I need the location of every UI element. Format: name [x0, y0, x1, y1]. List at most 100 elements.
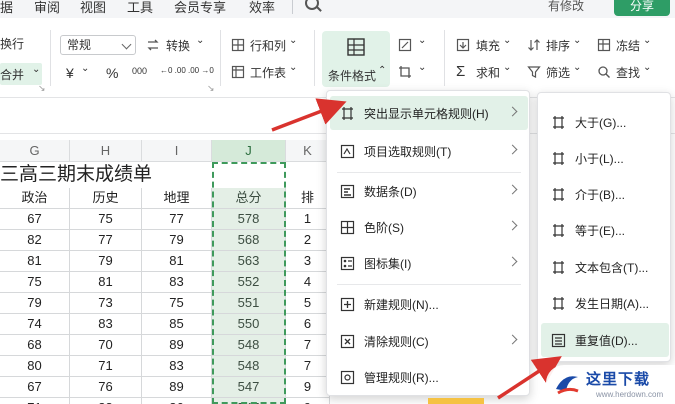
table-cell[interactable]: 77 [142, 209, 212, 230]
table-cell[interactable]: 1 [286, 209, 330, 230]
header-cell[interactable]: 地理 [142, 188, 212, 209]
header-cell[interactable]: 总分 [212, 188, 286, 209]
table-cell[interactable]: 74 [0, 314, 70, 335]
fill-button[interactable]: 填充 [476, 37, 500, 54]
menu-item-new-rule[interactable]: 新建规则(N)... [330, 287, 528, 321]
table-cell[interactable]: 85 [142, 314, 212, 335]
sheet-title-cell[interactable]: 三高三期末成绩单 [0, 162, 152, 188]
cell-style-icon[interactable] [398, 38, 412, 52]
tab-member[interactable]: 会员专享 [174, 0, 226, 16]
table-cell[interactable]: 568 [212, 230, 286, 251]
submenu-item-greater-than[interactable]: 大于(G)... [541, 105, 669, 139]
table-cell[interactable]: 75 [0, 272, 70, 293]
table-cell[interactable]: 77 [70, 230, 142, 251]
increase-decimal-button[interactable]: ←0 .00 [160, 66, 186, 75]
submenu-item-between[interactable]: 介于(B)... [541, 177, 669, 211]
table-cell[interactable]: 83 [142, 272, 212, 293]
table-cell[interactable]: 563 [212, 251, 286, 272]
header-cell[interactable]: 排 [286, 188, 330, 209]
decrease-decimal-button[interactable]: .00 →0 [188, 66, 214, 75]
table-cell[interactable]: 67 [0, 209, 70, 230]
dialog-launcher-icon[interactable]: ↘ [207, 83, 215, 94]
highlighted-cell[interactable] [428, 398, 484, 404]
table-cell[interactable]: 75 [70, 209, 142, 230]
column-header-h[interactable]: H [70, 140, 142, 162]
menu-item-highlight-rules[interactable]: 突出显示单元格规则(H) [330, 96, 528, 130]
freeze-button[interactable]: 冻结 [616, 37, 640, 54]
table-cell[interactable]: 89 [142, 335, 212, 356]
submenu-item-text-contains[interactable]: 文本包含(T)... [541, 250, 669, 284]
table-cell[interactable]: 88 [70, 398, 142, 404]
table-cell[interactable]: 79 [70, 251, 142, 272]
table-cell[interactable]: 2 [286, 230, 330, 251]
table-cell[interactable]: 550 [212, 314, 286, 335]
dialog-launcher-icon[interactable]: ↘ [38, 83, 46, 94]
header-cell[interactable]: 政治 [0, 188, 70, 209]
table-cell[interactable]: 7 [286, 356, 330, 377]
share-button[interactable]: 分享 [614, 0, 670, 16]
table-cell[interactable]: 548 [212, 335, 286, 356]
tab-tools[interactable]: 工具 [127, 0, 153, 16]
menu-item-color-scales[interactable]: 色阶(S) [330, 210, 528, 244]
submenu-item-date-occurring[interactable]: 发生日期(A)... [541, 286, 669, 320]
table-cell[interactable]: 4 [286, 272, 330, 293]
table-cell[interactable]: 547 [212, 398, 286, 404]
currency-button[interactable]: ¥ [66, 65, 74, 81]
tab-view[interactable]: 视图 [80, 0, 106, 16]
table-cell[interactable]: 547 [212, 377, 286, 398]
table-cell[interactable]: 70 [70, 335, 142, 356]
tab-review[interactable]: 审阅 [34, 0, 60, 16]
table-cell[interactable]: 67 [0, 377, 70, 398]
table-cell[interactable]: 83 [70, 314, 142, 335]
column-header-j[interactable]: J [212, 140, 286, 162]
table-cell[interactable]: 68 [0, 335, 70, 356]
rows-cols-button[interactable]: 行和列 [250, 37, 286, 54]
table-cell[interactable]: 79 [142, 230, 212, 251]
table-cell[interactable]: 75 [142, 293, 212, 314]
table-cell[interactable]: 5 [286, 293, 330, 314]
column-header-k[interactable]: K [286, 140, 330, 162]
table-cell[interactable]: 86 [142, 398, 212, 404]
table-cell[interactable]: 9 [286, 377, 330, 398]
tab-efficiency[interactable]: 效率 [249, 0, 275, 16]
number-format-select[interactable]: 常规 [60, 35, 136, 55]
menu-item-clear-rules[interactable]: 清除规则(C) [330, 324, 528, 358]
merge-cells-button[interactable]: 合并 ⌄ [0, 63, 42, 85]
table-cell[interactable]: 552 [212, 272, 286, 293]
header-cell[interactable]: 历史 [70, 188, 142, 209]
filter-button[interactable]: 筛选 [546, 64, 570, 81]
table-cell[interactable]: 9 [286, 398, 330, 404]
convert-button[interactable]: 转换 [166, 37, 190, 54]
conditional-format-button[interactable]: 条件格式 ⌃ [322, 31, 390, 87]
thousands-separator-button[interactable]: 000 [132, 66, 147, 76]
table-cell[interactable]: 71 [70, 356, 142, 377]
submenu-item-less-than[interactable]: 小于(L)... [541, 141, 669, 175]
wrap-text-button[interactable]: 换行 [0, 35, 24, 52]
sort-button[interactable]: 排序 [546, 37, 570, 54]
submenu-item-duplicate-values[interactable]: 重复值(D)... [541, 323, 669, 357]
menu-item-manage-rules[interactable]: 管理规则(R)... [330, 360, 528, 394]
table-cell[interactable]: 82 [0, 230, 70, 251]
modified-status[interactable]: 有修改 [548, 0, 584, 14]
menu-item-top-bottom-rules[interactable]: 项目选取规则(T) [330, 134, 528, 168]
find-button[interactable]: 查找 [616, 64, 640, 81]
worksheet-button[interactable]: 工作表 [250, 64, 286, 81]
column-header-g[interactable]: G [0, 140, 70, 162]
menu-item-icon-sets[interactable]: 图标集(I) [330, 246, 528, 280]
table-cell[interactable]: 6 [286, 314, 330, 335]
search-icon[interactable] [305, 0, 319, 10]
tab-data[interactable]: 据 [0, 0, 13, 16]
percent-button[interactable]: % [106, 65, 118, 81]
table-cell[interactable]: 3 [286, 251, 330, 272]
column-header-i[interactable]: I [142, 140, 212, 162]
submenu-item-equal-to[interactable]: 等于(E)... [541, 213, 669, 247]
table-cell[interactable]: 79 [0, 293, 70, 314]
table-cell[interactable]: 80 [0, 356, 70, 377]
table-cell[interactable]: 81 [142, 251, 212, 272]
sum-button[interactable]: 求和 [476, 64, 500, 81]
table-cell[interactable]: 551 [212, 293, 286, 314]
table-cell[interactable]: 81 [0, 251, 70, 272]
table-cell[interactable]: 71 [0, 398, 70, 404]
table-cell[interactable]: 89 [142, 377, 212, 398]
table-cell[interactable]: 578 [212, 209, 286, 230]
